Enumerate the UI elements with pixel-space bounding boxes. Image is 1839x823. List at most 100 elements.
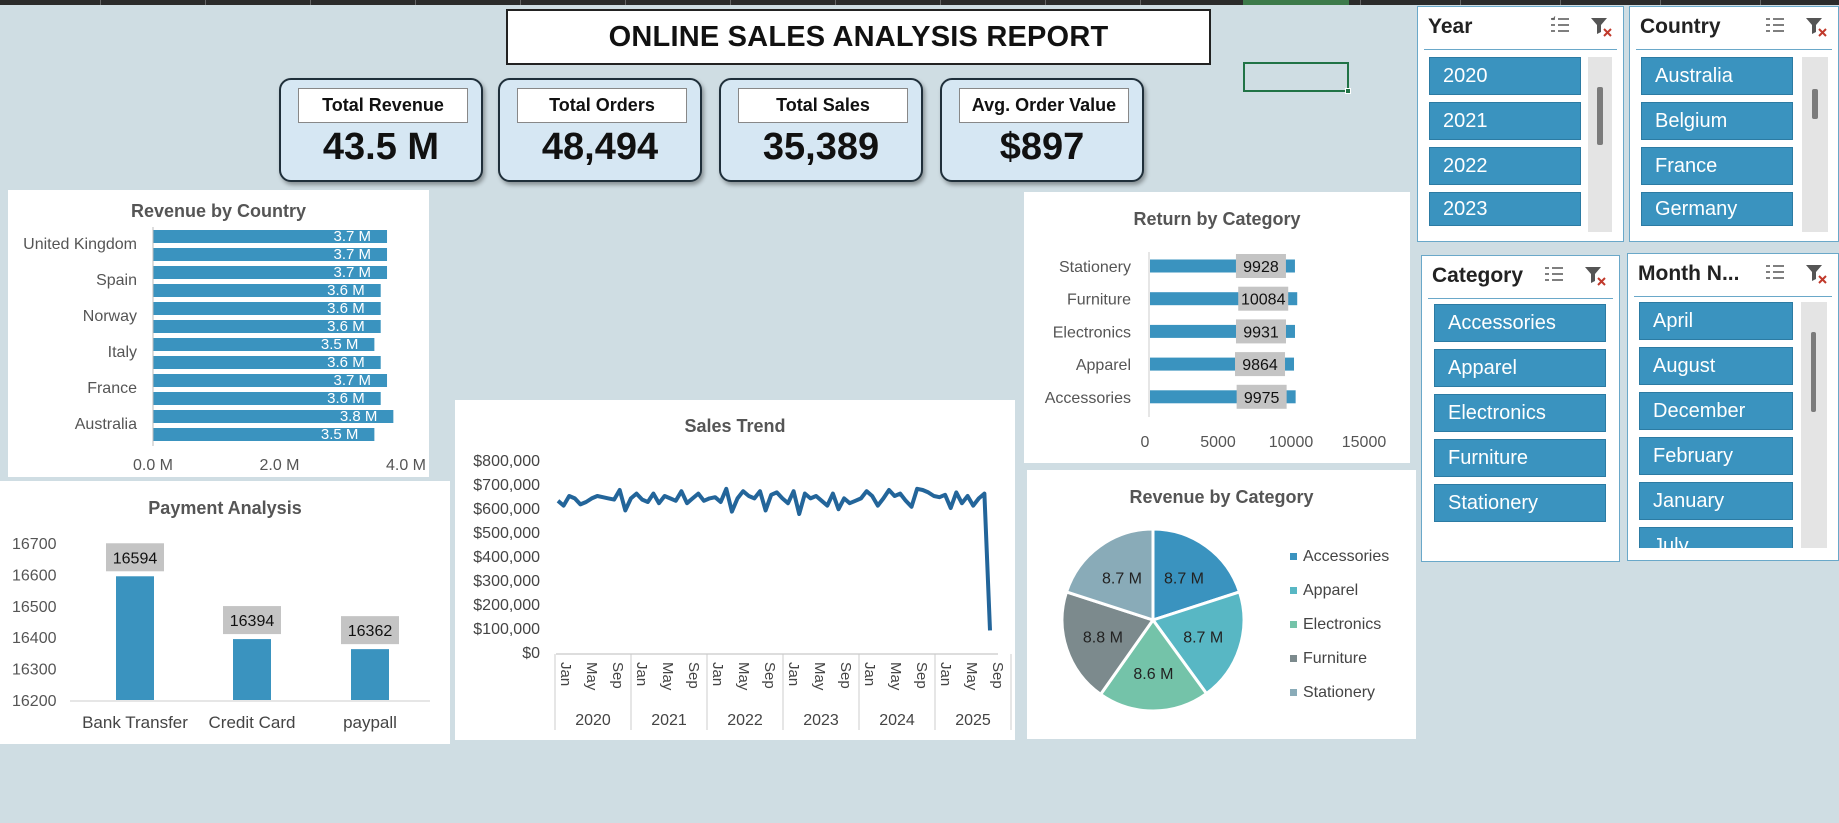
- scrollbar-thumb[interactable]: [1597, 87, 1603, 145]
- y-tick-label: 16700: [12, 536, 57, 553]
- clear-filter-icon[interactable]: [1589, 15, 1613, 37]
- slicer-item[interactable]: April: [1639, 302, 1793, 340]
- slicer-divider: [1636, 49, 1832, 50]
- slicer-title: Country: [1640, 15, 1721, 38]
- slicer-item[interactable]: 2022: [1429, 147, 1581, 185]
- kpi-card-total-revenue[interactable]: Total Revenue 43.5 M: [279, 78, 483, 182]
- revenue-by-category-chart[interactable]: Revenue by Category 8.7 M 8.7 M 8.6 M 8.8 M…: [1027, 470, 1416, 739]
- return-by-category-chart[interactable]: Return by Category 9928 Stationery 10084 Fu…: [1024, 192, 1410, 463]
- multi-select-icon[interactable]: [1549, 15, 1571, 37]
- month-tick-label: May: [963, 662, 980, 691]
- year-label: 2021: [651, 712, 687, 729]
- y-tick-label: 16600: [12, 567, 57, 584]
- bar-value-label: 3.6 M: [327, 282, 365, 299]
- revenue-by-country-chart[interactable]: Revenue by Country 3.7 M 3.7 M 3.7 M 3.6 M3…: [8, 190, 429, 477]
- month-tick-label: Jan: [633, 662, 650, 686]
- slicer-item[interactable]: Australia: [1641, 57, 1793, 95]
- y-tick-label: Stationery: [1059, 259, 1131, 276]
- y-tick-label: $500,000: [473, 525, 540, 542]
- bar-value-label: 3.6 M: [327, 390, 365, 407]
- fill-handle[interactable]: [1345, 88, 1351, 94]
- month-slicer[interactable]: Month N... April August December Februar…: [1627, 253, 1839, 561]
- legend-label: Stationery: [1303, 684, 1375, 701]
- slice-value-label: 8.7 M: [1183, 629, 1223, 646]
- slicer-item[interactable]: Belgium: [1641, 102, 1793, 140]
- country-slicer[interactable]: Country Australia Belgium France Germany: [1629, 6, 1839, 242]
- slicer-item[interactable]: France: [1641, 147, 1793, 185]
- y-tick-label: $200,000: [473, 597, 540, 614]
- slicer-item[interactable]: Furniture: [1434, 439, 1606, 477]
- scrollbar-thumb[interactable]: [1812, 89, 1818, 119]
- y-tick-label: United Kingdom: [23, 236, 137, 253]
- month-tick-label: Jan: [861, 662, 878, 686]
- slicer-item[interactable]: January: [1639, 482, 1793, 520]
- multi-select-icon[interactable]: [1764, 262, 1786, 284]
- kpi-card-avg-order-value[interactable]: Avg. Order Value $897: [940, 78, 1144, 182]
- kpi-label: Total Orders: [517, 88, 687, 123]
- slicer-item[interactable]: Accessories: [1434, 304, 1606, 342]
- y-tick-label: $300,000: [473, 573, 540, 590]
- month-tick-label: May: [659, 662, 676, 691]
- multi-select-icon[interactable]: [1764, 15, 1786, 37]
- slicer-item[interactable]: Germany: [1641, 192, 1793, 226]
- clear-filter-icon[interactable]: [1804, 15, 1828, 37]
- kpi-value: 43.5 M: [322, 126, 440, 168]
- bar-value-label: 3.7 M: [334, 264, 372, 281]
- bar-value-label: 9928: [1243, 259, 1279, 276]
- year-label: 2023: [803, 712, 839, 729]
- bar-value-label: 3.7 M: [334, 246, 372, 263]
- bar-value-label: 3.5 M: [321, 426, 359, 443]
- multi-select-icon[interactable]: [1543, 264, 1565, 286]
- slicer-scrollbar[interactable]: [1802, 57, 1828, 232]
- slice-value-label: 8.6 M: [1133, 666, 1173, 683]
- y-tick-label: Apparel: [1076, 357, 1131, 374]
- y-tick-label: Furniture: [1067, 292, 1131, 309]
- kpi-value: 35,389: [762, 126, 880, 168]
- slicer-item[interactable]: August: [1639, 347, 1793, 385]
- spreadsheet-column-strip: [0, 0, 1839, 5]
- payment-analysis-chart[interactable]: Payment Analysis 16700 16600 16500 16400 163…: [0, 481, 450, 744]
- category-slicer[interactable]: Category Accessories Apparel Electronics…: [1421, 255, 1620, 562]
- slicer-item[interactable]: 2021: [1429, 102, 1581, 140]
- month-tick-label: Jan: [709, 662, 726, 686]
- clear-filter-icon[interactable]: [1583, 264, 1607, 286]
- bar-value-label: 10084: [1241, 292, 1286, 309]
- legend-swatch: [1290, 587, 1297, 594]
- month-tick-label: Jan: [937, 662, 954, 686]
- y-tick-label: France: [87, 380, 137, 397]
- slicer-item[interactable]: February: [1639, 437, 1793, 475]
- bar-value-label: 9975: [1244, 390, 1280, 407]
- bar-value-label: 16362: [348, 623, 393, 640]
- y-tick-label: Australia: [75, 416, 137, 433]
- slicer-scrollbar[interactable]: [1588, 57, 1612, 232]
- scrollbar-thumb[interactable]: [1811, 332, 1816, 412]
- year-label: 2022: [727, 712, 763, 729]
- month-tick-label: Jan: [557, 662, 574, 686]
- month-tick-label: Sep: [913, 662, 930, 689]
- slicer-item[interactable]: Electronics: [1434, 394, 1606, 432]
- clear-filter-icon[interactable]: [1804, 262, 1828, 284]
- year-slicer[interactable]: Year 2020 2021 2022 2023: [1417, 6, 1624, 242]
- slicer-item[interactable]: December: [1639, 392, 1793, 430]
- y-tick-label: 16500: [12, 599, 57, 616]
- slicer-item[interactable]: Apparel: [1434, 349, 1606, 387]
- kpi-card-total-orders[interactable]: Total Orders 48,494: [498, 78, 702, 182]
- y-tick-label: 16400: [12, 630, 57, 647]
- selected-cell[interactable]: [1243, 62, 1351, 94]
- month-tick-label: May: [887, 662, 904, 691]
- year-label: 2020: [575, 712, 611, 729]
- kpi-label: Avg. Order Value: [959, 88, 1129, 123]
- legend-swatch: [1290, 689, 1297, 696]
- month-tick-label: Sep: [837, 662, 854, 689]
- y-tick-label: 16200: [12, 693, 57, 710]
- y-tick-label: $100,000: [473, 621, 540, 638]
- slicer-item[interactable]: Stationery: [1434, 484, 1606, 522]
- y-tick-label: 16300: [12, 662, 57, 679]
- kpi-card-total-sales[interactable]: Total Sales 35,389: [719, 78, 923, 182]
- payment-analysis-plot: 16700 16600 16500 16400 16300 16200 16594 Bank …: [12, 536, 430, 732]
- slicer-scrollbar[interactable]: [1801, 302, 1827, 548]
- slicer-item[interactable]: 2020: [1429, 57, 1581, 95]
- sales-trend-chart[interactable]: Sales Trend $800,000 $700,000 $600,000 $500…: [455, 400, 1015, 740]
- slicer-item[interactable]: July: [1639, 527, 1793, 548]
- slicer-item[interactable]: 2023: [1429, 192, 1581, 226]
